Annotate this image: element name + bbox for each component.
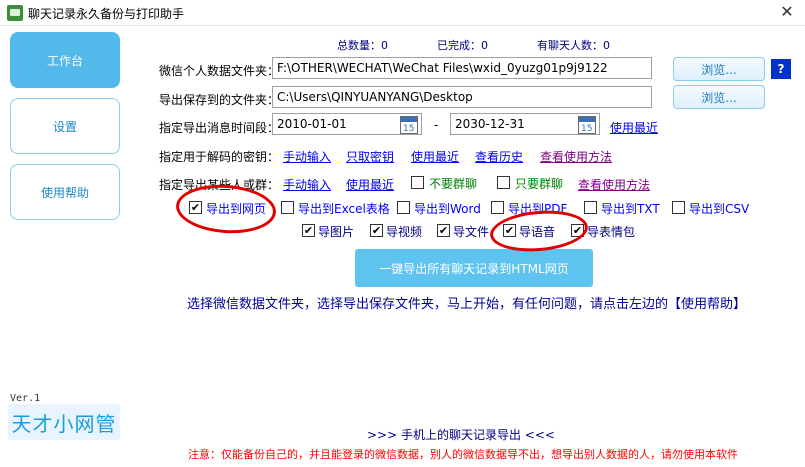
export-excel-label: 导出到Excel表格 [298,202,390,216]
stat-total: 总数量：0 [337,39,388,52]
media-file-label: 导文件 [453,225,490,239]
window-title: 聊天记录永久备份与打印助手 [28,7,185,21]
export-pdf-checkbox[interactable] [491,201,504,214]
key-method-link[interactable]: 查看使用方法 [540,148,612,165]
stat-done: 已完成：0 [437,39,488,52]
export-word-label: 导出到Word [414,202,481,216]
stat-chat-people: 有聊天人数：0 [537,39,610,52]
export-csv-checkbox[interactable] [672,201,685,214]
export-all-html-button[interactable]: 一键导出所有聊天记录到HTML网页 [355,249,593,287]
date-start-field[interactable]: 2010-01-01 15 [272,113,422,135]
version-label: Ver.1 [10,393,41,404]
media-file-checkbox[interactable]: ✔ [437,224,450,237]
export-word-checkbox[interactable] [397,201,410,214]
nav-workbench-button[interactable]: 工作台 [10,32,120,88]
notice-text: 注意：仅能备份自己的，并且能登录的微信数据，别人的微信数据导不出，想导出别人数据… [188,448,738,461]
export-folder-input[interactable]: C:\Users\QINYUANYANG\Desktop [272,86,652,108]
key-recent-link[interactable]: 使用最近 [411,148,459,165]
media-video-checkbox[interactable]: ✔ [370,224,383,237]
date-end-text: 2030-12-31 [455,117,525,131]
export-folder-label: 导出保存到的文件夹： [159,93,280,107]
media-sticker-label: 导表情包 [587,225,636,239]
key-fetch-link[interactable]: 只取密钥 [346,148,394,165]
only-groups-checkbox[interactable] [497,176,510,189]
export-excel-checkbox[interactable] [281,201,294,214]
date-start-text: 2010-01-01 [277,117,347,131]
nav-help-button[interactable]: 使用帮助 [10,164,120,220]
media-image-checkbox[interactable]: ✔ [302,224,315,237]
help-question-button[interactable]: ? [771,59,791,79]
calendar-icon[interactable]: 15 [578,116,596,134]
no-groups-checkbox[interactable] [411,176,424,189]
people-manual-link[interactable]: 手动输入 [283,176,331,193]
date-use-recent-link[interactable]: 使用最近 [610,119,658,136]
brand-logo: 天才小网管 [8,404,120,440]
wechat-folder-input[interactable]: F:\OTHER\WECHAT\WeChat Files\wxid_0yuzg0… [272,57,652,79]
mobile-export-link[interactable]: >>> 手机上的聊天记录导出 <<< [367,426,555,443]
only-groups-label: 只要群聊 [515,177,564,191]
wechat-folder-label: 微信个人数据文件夹： [159,64,280,78]
people-method-link[interactable]: 查看使用方法 [578,176,650,193]
browse-export-button[interactable]: 浏览... [673,85,765,109]
date-separator: - [434,118,439,132]
browse-wechat-button[interactable]: 浏览... [673,57,765,81]
date-end-field[interactable]: 2030-12-31 15 [450,113,600,135]
key-history-link[interactable]: 查看历史 [475,148,523,165]
annotation-circle-voice [488,206,590,256]
close-icon[interactable]: ✕ [774,2,800,22]
export-txt-label: 导出到TXT [601,202,660,216]
media-image-label: 导图片 [318,225,355,239]
media-video-label: 导视频 [386,225,423,239]
time-range-label: 指定导出消息时间段： [159,121,280,135]
export-csv-label: 导出到CSV [689,202,750,216]
nav-settings-button[interactable]: 设置 [10,98,120,154]
export-txt-checkbox[interactable] [584,201,597,214]
key-manual-link[interactable]: 手动输入 [283,148,331,165]
key-label: 指定用于解码的密钥： [159,150,280,164]
calendar-icon[interactable]: 15 [400,116,418,134]
people-recent-link[interactable]: 使用最近 [346,176,394,193]
usage-hint: 选择微信数据文件夹，选择导出保存文件夹，马上开始，有任何问题，请点击左边的【使用… [187,297,747,312]
no-groups-label: 不要群聊 [429,177,478,191]
app-icon [7,5,23,21]
